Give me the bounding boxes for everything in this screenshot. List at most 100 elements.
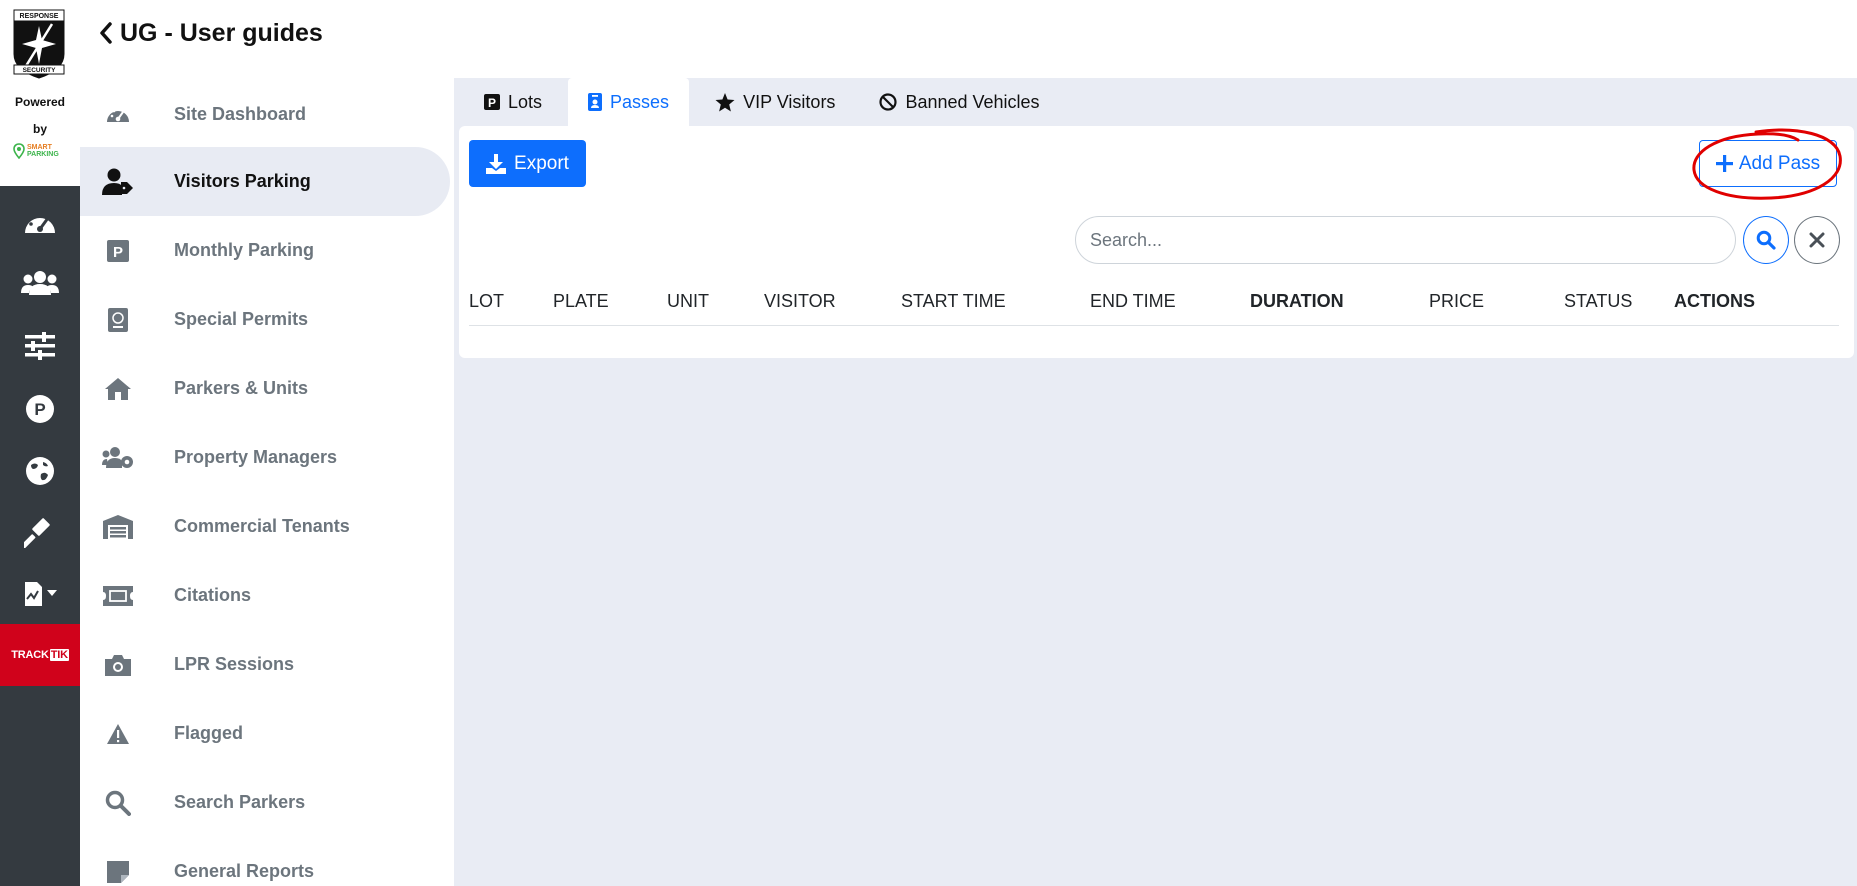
passport-icon	[102, 304, 134, 336]
sidebar-item-search-parkers[interactable]: Search Parkers	[80, 768, 450, 837]
export-button[interactable]: Export	[469, 140, 586, 187]
ticket-icon	[102, 580, 134, 612]
column-header-start-time[interactable]: START TIME	[901, 276, 1006, 326]
rail-sliders-icon[interactable]	[0, 320, 80, 372]
page-header: UG - User guides	[80, 0, 1857, 66]
icon-rail: RESPONSE SECURITY Powered by SMART PARKI…	[0, 0, 80, 886]
sidebar-item-general-reports[interactable]: General Reports	[80, 837, 450, 886]
logo-bottom-text: SECURITY	[23, 67, 57, 74]
warehouse-icon	[102, 511, 134, 543]
by-label: by	[32, 122, 47, 136]
home-icon	[102, 373, 134, 405]
brand-panel: RESPONSE SECURITY Powered by SMART PARKI…	[0, 0, 80, 186]
tab-lots[interactable]: P Lots	[454, 78, 560, 126]
column-header-visitor[interactable]: VISITOR	[764, 276, 836, 326]
column-header-price[interactable]: PRICE	[1429, 276, 1484, 326]
add-pass-label: Add Pass	[1738, 152, 1821, 174]
star-icon	[715, 92, 735, 111]
plus-icon	[1715, 155, 1733, 172]
column-header-actions: ACTIONS	[1674, 291, 1755, 311]
search-input[interactable]	[1075, 216, 1736, 264]
tab-label: VIP Visitors	[743, 91, 836, 112]
tab-passes[interactable]: Passes	[568, 78, 690, 126]
sidebar-item-label: LPR Sessions	[174, 654, 295, 674]
table-header: LOT PLATE UNIT VISITOR START TIME END TI…	[469, 276, 1839, 326]
sidebar-item-visitors-parking[interactable]: Visitors Parking	[80, 147, 450, 216]
powered-by-text: Powered by	[0, 89, 80, 143]
sidebar-item-label: Monthly Parking	[174, 240, 315, 260]
tab-banned-vehicles[interactable]: Banned Vehicles	[853, 78, 1057, 126]
sidebar-item-monthly-parking[interactable]: P Monthly Parking	[80, 216, 450, 285]
back-button[interactable]: UG - User guides	[99, 19, 323, 48]
search-icon	[102, 787, 134, 819]
export-label: Export	[514, 152, 569, 174]
passes-panel: Export Add Pass LOT PLATE UNIT VISITOR	[459, 126, 1854, 358]
sidebar-item-property-managers[interactable]: Property Managers	[80, 423, 450, 492]
trackit-button[interactable]: TRACK TIK	[0, 624, 80, 686]
sidebar-item-label: Visitors Parking	[174, 171, 311, 191]
sidebar-item-label: Parkers & Units	[174, 378, 309, 398]
rail-globe-icon[interactable]	[0, 445, 80, 497]
ban-icon	[879, 93, 898, 111]
chevron-left-icon	[100, 22, 112, 44]
rail-dashboard-icon[interactable]	[0, 196, 80, 248]
user-tag-icon	[102, 166, 134, 198]
tab-bar: P Lots Passes VIP Visitors Banned Vehicl…	[454, 78, 1058, 126]
sidebar-item-special-permits[interactable]: Special Permits	[80, 285, 450, 354]
sidebar-item-label: Commercial Tenants	[174, 516, 350, 536]
users-cog-icon	[102, 442, 134, 474]
column-header-end-time[interactable]: END TIME	[1090, 276, 1176, 326]
camera-icon	[102, 649, 134, 681]
sidebar: Site Dashboard Visitors Parking P Monthl…	[80, 80, 454, 886]
smart-label: SMART	[27, 144, 52, 151]
trackit-label: TRACK	[11, 649, 49, 661]
svg-text:P: P	[113, 244, 123, 261]
logo-top-text: RESPONSE	[20, 13, 59, 20]
app: RESPONSE SECURITY Powered by SMART PARKI…	[0, 0, 1857, 886]
trackit-badge: TIK	[49, 649, 69, 661]
parking-label: PARKING	[27, 151, 59, 158]
add-pass-button[interactable]: Add Pass	[1699, 140, 1837, 187]
tab-label: Banned Vehicles	[905, 91, 1040, 112]
clear-search-button[interactable]	[1794, 216, 1840, 264]
tab-label: Passes	[610, 91, 670, 112]
sidebar-item-site-dashboard[interactable]: Site Dashboard	[80, 80, 450, 149]
sidebar-item-label: Citations	[174, 585, 252, 605]
column-header-status[interactable]: STATUS	[1564, 276, 1632, 326]
search-icon	[1756, 230, 1776, 250]
powered-label: Powered	[14, 95, 65, 109]
rail-parking-icon[interactable]: P	[0, 383, 80, 435]
sidebar-item-label: General Reports	[174, 861, 315, 881]
column-header-plate[interactable]: PLATE	[553, 276, 609, 326]
map-pin-icon	[13, 143, 25, 159]
sidebar-item-label: Special Permits	[174, 309, 309, 329]
note-icon	[102, 856, 134, 886]
warning-icon	[102, 718, 134, 750]
rail-file-chart-icon[interactable]	[0, 568, 80, 620]
column-header-lot[interactable]: LOT	[469, 276, 504, 326]
sidebar-item-commercial-tenants[interactable]: Commercial Tenants	[80, 492, 450, 561]
search-button[interactable]	[1743, 216, 1789, 264]
response-security-logo: RESPONSE SECURITY	[13, 9, 65, 79]
sidebar-item-label: Property Managers	[174, 447, 338, 467]
close-icon	[1809, 232, 1825, 248]
parking-square-icon: P	[102, 235, 134, 267]
id-badge-icon	[588, 93, 603, 111]
sidebar-item-parkers-units[interactable]: Parkers & Units	[80, 354, 450, 423]
tab-vip-visitors[interactable]: VIP Visitors	[689, 78, 853, 126]
sidebar-item-citations[interactable]: Citations	[80, 561, 450, 630]
sidebar-item-lpr-sessions[interactable]: LPR Sessions	[80, 630, 450, 699]
sidebar-item-label: Flagged	[174, 723, 244, 743]
sidebar-item-label: Site Dashboard	[174, 104, 307, 124]
rail-users-icon[interactable]	[0, 257, 80, 309]
sidebar-item-flagged[interactable]: Flagged	[80, 699, 450, 768]
column-header-duration[interactable]: DURATION	[1250, 276, 1344, 326]
parking-square-icon: P	[484, 94, 500, 110]
rail-gavel-icon[interactable]	[0, 506, 80, 558]
svg-text:P: P	[34, 400, 45, 419]
sidebar-item-label: Search Parkers	[174, 792, 306, 812]
smart-parking-logo: SMART PARKING	[13, 143, 59, 159]
gauge-icon	[102, 99, 134, 131]
column-header-unit[interactable]: UNIT	[667, 276, 709, 326]
download-icon	[486, 153, 507, 174]
